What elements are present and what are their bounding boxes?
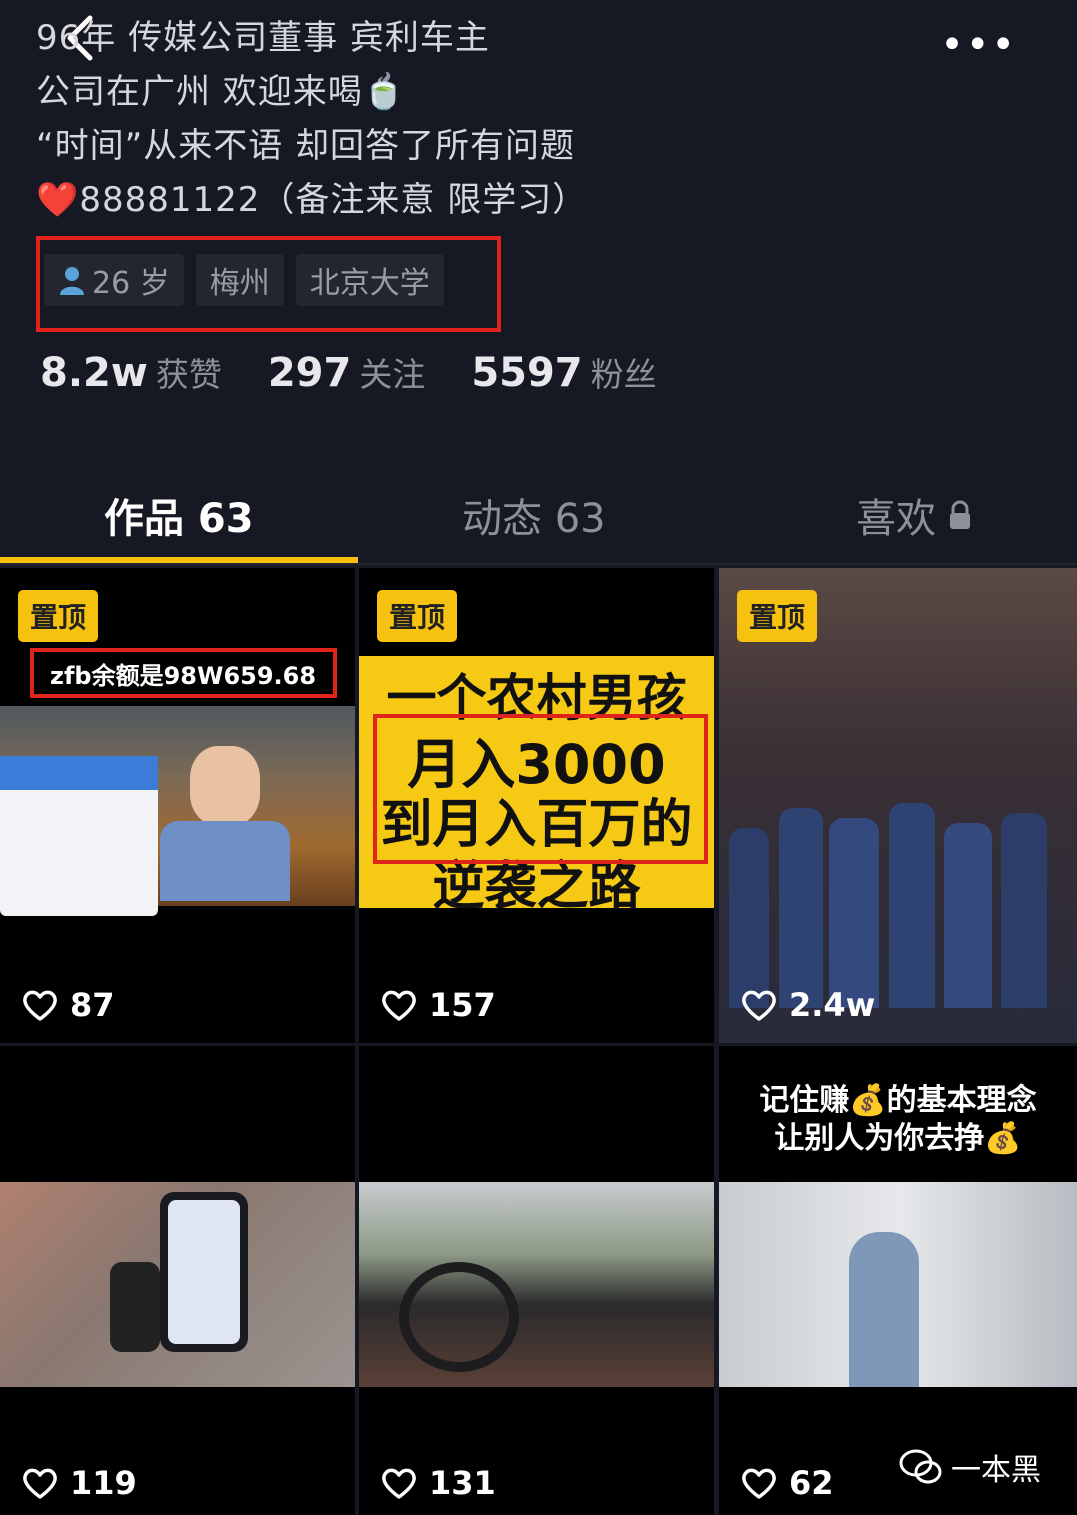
caption-6-line-1: 记住赚💰的基本理念 bbox=[759, 1083, 1037, 1118]
likes-count-4: 119 bbox=[70, 1464, 137, 1502]
tab-activity[interactable]: 动态 63 bbox=[462, 486, 606, 544]
likes-5: 131 bbox=[381, 1464, 496, 1502]
phone-screenshot bbox=[0, 756, 158, 916]
likes-count-6: 62 bbox=[789, 1464, 834, 1502]
heart-icon bbox=[742, 1468, 776, 1499]
stat-following-label: 关注 bbox=[359, 355, 426, 394]
video-card-5[interactable]: 131 bbox=[359, 1046, 714, 1515]
video-card-4[interactable]: 119 bbox=[0, 1046, 355, 1515]
heart-icon bbox=[23, 1468, 57, 1499]
group-figure bbox=[889, 803, 935, 1008]
more-icon[interactable]: ••• bbox=[940, 22, 1017, 68]
age-tag: 26 岁 bbox=[44, 254, 184, 306]
video-card-2[interactable]: 一个农村男孩 月入3000 到月入百万的 逆袭之路 置顶 157 bbox=[359, 568, 714, 1043]
pinned-badge-2: 置顶 bbox=[377, 590, 458, 642]
steering-wheel-shape bbox=[399, 1262, 519, 1372]
school-tag-label: 北京大学 bbox=[309, 266, 430, 301]
tab-liked-label: 喜欢 bbox=[856, 496, 936, 542]
bio-line-3: “时间”从来不语 却回答了所有问题 bbox=[36, 126, 576, 166]
heart-icon bbox=[23, 990, 57, 1021]
lock-icon bbox=[950, 500, 970, 529]
highlight-box-caption-2 bbox=[373, 714, 708, 864]
person-figure bbox=[849, 1232, 919, 1387]
tab-works[interactable]: 作品 63 bbox=[104, 486, 254, 544]
tab-divider bbox=[0, 563, 1077, 565]
person-figure bbox=[190, 746, 260, 826]
likes-4: 119 bbox=[22, 1464, 137, 1502]
age-tag-label: 26 岁 bbox=[92, 266, 170, 301]
group-figure bbox=[1001, 813, 1047, 1008]
city-tag: 梅州 bbox=[195, 254, 284, 306]
person-icon bbox=[60, 267, 84, 295]
likes-3: 2.4w bbox=[741, 986, 875, 1024]
caption-6-line-2: 让别人为你去挣💰 bbox=[774, 1121, 1022, 1156]
wechat-icon bbox=[899, 1449, 942, 1484]
pinned-badge-1: 置顶 bbox=[18, 590, 99, 642]
likes-count-2: 157 bbox=[429, 986, 496, 1024]
likes-2: 157 bbox=[381, 986, 496, 1024]
watermark-text: 一本黑 bbox=[951, 1453, 1041, 1488]
likes-6: 62 bbox=[741, 1464, 834, 1502]
stat-followers[interactable]: 5597 粉丝 bbox=[471, 348, 656, 396]
tab-liked[interactable]: 喜欢 bbox=[856, 486, 972, 544]
group-figure bbox=[944, 823, 992, 1008]
stat-followers-value: 5597 bbox=[471, 350, 583, 396]
heart-icon bbox=[382, 990, 416, 1021]
video-thumbnail-4 bbox=[0, 1182, 355, 1387]
bio-line-4: ❤️88881122（备注来意 限学习） bbox=[36, 180, 588, 220]
video-thumbnail-1 bbox=[0, 706, 355, 916]
profile-stats: 8.2w 获赞 297 关注 5597 粉丝 bbox=[40, 348, 657, 396]
group-figure bbox=[779, 808, 823, 1008]
pinned-badge-3: 置顶 bbox=[737, 590, 818, 642]
bio-line-1: 96年 传媒公司董事 宾利车主 bbox=[36, 18, 490, 58]
likes-1: 87 bbox=[22, 986, 115, 1024]
stat-likes-value: 8.2w bbox=[40, 350, 148, 396]
phone-shape bbox=[160, 1192, 248, 1352]
caption-1: zfb余额是98W659.68 bbox=[50, 662, 317, 690]
video-thumbnail-5 bbox=[359, 1182, 714, 1387]
app-header-bar bbox=[0, 756, 158, 790]
likes-count-1: 87 bbox=[70, 986, 115, 1024]
school-tag: 北京大学 bbox=[295, 254, 444, 306]
group-figure bbox=[729, 828, 769, 1008]
phone-screen bbox=[168, 1200, 240, 1344]
car-key-shape bbox=[110, 1262, 160, 1352]
city-tag-label: 梅州 bbox=[209, 266, 270, 301]
heart-icon bbox=[742, 990, 776, 1021]
likes-count-3: 2.4w bbox=[789, 986, 876, 1024]
stat-likes[interactable]: 8.2w 获赞 bbox=[40, 348, 222, 396]
likes-count-5: 131 bbox=[429, 1464, 496, 1502]
stat-likes-label: 获赞 bbox=[155, 355, 222, 394]
profile-tags: 26 岁 梅州 北京大学 bbox=[44, 254, 444, 306]
bio-line-2: 公司在广州 欢迎来喝🍵 bbox=[36, 72, 407, 112]
watermark: 一本黑 bbox=[899, 1445, 1041, 1489]
video-card-3[interactable]: 置顶 2.4w bbox=[719, 568, 1077, 1043]
caption-6: 记住赚💰的基本理念 让别人为你去挣💰 bbox=[719, 1082, 1077, 1158]
stat-following[interactable]: 297 关注 bbox=[268, 348, 426, 396]
heart-icon bbox=[382, 1468, 416, 1499]
video-card-1[interactable]: 置顶 zfb余额是98W659.68 87 bbox=[0, 568, 355, 1043]
person-shirt bbox=[160, 821, 290, 901]
stat-followers-label: 粉丝 bbox=[590, 355, 657, 394]
group-figure bbox=[829, 818, 879, 1008]
video-thumbnail-6 bbox=[719, 1182, 1077, 1387]
stat-following-value: 297 bbox=[267, 350, 352, 396]
